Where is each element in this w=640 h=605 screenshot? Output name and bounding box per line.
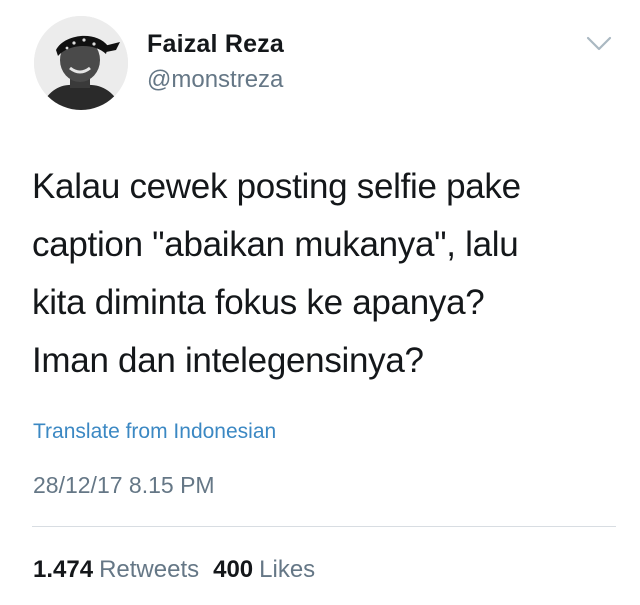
- translate-link[interactable]: Translate from Indonesian: [33, 420, 276, 444]
- tweet-stats: 1.474 Retweets 400 Likes: [33, 556, 315, 584]
- profile-photo-icon: [34, 16, 128, 110]
- tweet-card: Faizal Reza @monstreza Kalau cewek posti…: [0, 0, 640, 605]
- retweets-label: Retweets: [99, 556, 200, 583]
- author-handle[interactable]: @monstreza: [147, 66, 283, 94]
- chevron-down-icon: [586, 36, 612, 51]
- tweet-timestamp[interactable]: 28/12/17 8.15 PM: [33, 472, 215, 499]
- divider: [32, 526, 616, 527]
- author-display-name[interactable]: Faizal Reza: [147, 30, 284, 59]
- tweet-text: Kalau cewek posting selfie pake caption …: [32, 167, 521, 380]
- likes-stat[interactable]: 400 Likes: [213, 556, 315, 584]
- tweet-menu-button[interactable]: [582, 32, 616, 56]
- likes-count: 400: [213, 556, 254, 583]
- retweets-stat[interactable]: 1.474 Retweets: [33, 556, 199, 584]
- likes-label: Likes: [259, 556, 316, 583]
- avatar[interactable]: [34, 16, 128, 110]
- retweets-count: 1.474: [33, 556, 94, 583]
